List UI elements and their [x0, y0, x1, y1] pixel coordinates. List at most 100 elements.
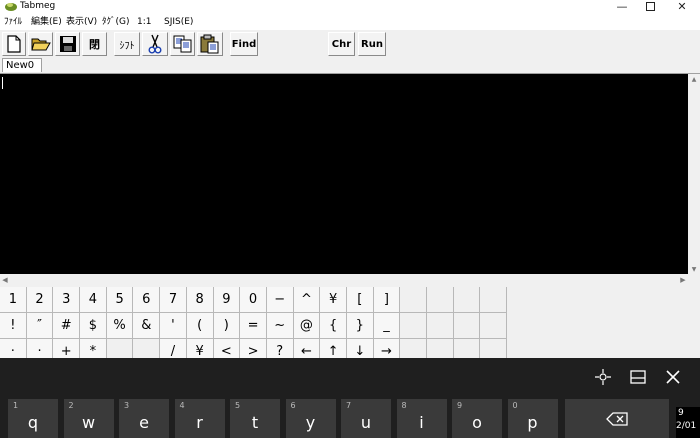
save-button[interactable] — [55, 32, 80, 56]
close-file-label: 閉 — [89, 38, 100, 51]
palette-cell-empty[interactable] — [400, 313, 427, 339]
scroll-up-icon[interactable]: ▲ — [688, 74, 700, 84]
paste-button[interactable] — [197, 32, 223, 56]
cut-button[interactable] — [142, 32, 168, 56]
palette-char-cell[interactable]: 0 — [240, 287, 267, 313]
palette-cell-empty[interactable] — [453, 287, 481, 313]
copy-icon — [173, 35, 191, 53]
taskbar-clock[interactable]: 9 2/01 — [676, 407, 700, 438]
key-number-hint: 2 — [68, 401, 74, 410]
save-disk-icon — [59, 36, 76, 52]
key-number-hint: 4 — [179, 401, 185, 410]
key-letter: u — [360, 413, 372, 432]
key-r[interactable]: 4r — [174, 399, 225, 438]
window-title: Tabmeg — [20, 1, 56, 11]
palette-char-cell[interactable]: 4 — [80, 287, 107, 313]
palette-char-cell[interactable]: = — [240, 313, 267, 339]
keyboard-move-button[interactable] — [592, 366, 614, 388]
palette-char-cell[interactable]: ( — [186, 313, 214, 339]
palette-char-cell[interactable]: 7 — [160, 287, 187, 313]
key-number-hint: 9 — [457, 401, 463, 410]
palette-char-cell[interactable]: ! — [0, 313, 27, 339]
menu-edit[interactable]: 編集(E) — [31, 16, 62, 28]
palette-char-cell[interactable]: 2 — [26, 287, 54, 313]
palette-cell-empty[interactable] — [427, 313, 454, 339]
run-button[interactable]: Run — [358, 32, 386, 56]
menu-view[interactable]: 表示(V) — [66, 16, 97, 28]
palette-cell-empty[interactable] — [480, 287, 508, 313]
palette-char-cell[interactable]: 9 — [213, 287, 241, 313]
palette-char-cell[interactable]: 1 — [0, 287, 27, 313]
key-e[interactable]: 3e — [119, 399, 169, 438]
new-file-button[interactable] — [2, 32, 26, 56]
palette-char-cell[interactable]: 8 — [186, 287, 214, 313]
key-w[interactable]: 2w — [63, 399, 114, 438]
palette-char-cell[interactable]: % — [106, 313, 134, 339]
maximize-button[interactable] — [636, 0, 664, 12]
palette-char-cell[interactable]: 3 — [53, 287, 81, 313]
key-letter: e — [139, 413, 149, 432]
backspace-key[interactable] — [565, 399, 669, 438]
palette-cell-empty[interactable] — [427, 287, 454, 313]
menu-zoom[interactable]: 1:1 — [137, 16, 151, 28]
menu-tag[interactable]: ﾀｸﾞ(G) — [102, 16, 130, 28]
key-number-hint: 7 — [346, 401, 352, 410]
keyboard-close-button[interactable] — [662, 366, 684, 388]
key-number-hint: 5 — [235, 401, 241, 410]
chr-button[interactable]: Chr — [328, 32, 355, 56]
key-q[interactable]: 1q — [8, 399, 58, 438]
key-letter: w — [81, 413, 96, 432]
palette-char-cell[interactable]: [ — [346, 287, 374, 313]
paste-clipboard-icon — [200, 34, 219, 54]
palette-char-cell[interactable]: ″ — [26, 313, 54, 339]
palette-char-cell[interactable]: $ — [80, 313, 107, 339]
scroll-left-icon[interactable]: ◀ — [0, 274, 10, 286]
key-u[interactable]: 7u — [341, 399, 391, 438]
close-file-button[interactable]: 閉 — [82, 32, 107, 56]
scroll-right-icon[interactable]: ▶ — [678, 274, 688, 286]
menu-file[interactable]: ﾌｧｲﾙ — [4, 16, 22, 28]
key-p[interactable]: 0p — [507, 399, 558, 438]
clock-time: 9 — [678, 408, 684, 418]
key-t[interactable]: 5t — [230, 399, 280, 438]
palette-char-cell[interactable]: − — [266, 287, 294, 313]
shift-button[interactable]: ｼﾌﾄ — [114, 32, 140, 56]
copy-button[interactable] — [170, 32, 195, 56]
palette-char-cell[interactable]: & — [133, 313, 161, 339]
palette-cell-empty[interactable] — [480, 313, 508, 339]
horizontal-scrollbar[interactable]: ◀ ▶ — [0, 274, 688, 286]
key-y[interactable]: 6y — [285, 399, 336, 438]
palette-char-cell[interactable]: { — [320, 313, 347, 339]
tab-new0[interactable]: New0 — [2, 58, 42, 72]
key-o[interactable]: 9o — [452, 399, 502, 438]
palette-char-cell[interactable]: ) — [213, 313, 241, 339]
keyboard-dock-button[interactable] — [627, 366, 649, 388]
palette-char-cell[interactable]: } — [346, 313, 374, 339]
key-letter: i — [419, 413, 424, 432]
palette-char-cell[interactable]: 5 — [106, 287, 134, 313]
palette-char-cell[interactable]: @ — [293, 313, 321, 339]
palette-char-cell[interactable]: _ — [373, 313, 401, 339]
palette-char-cell[interactable]: ^ — [293, 287, 321, 313]
open-file-button[interactable] — [28, 32, 53, 56]
palette-char-cell[interactable]: ¥ — [320, 287, 347, 313]
palette-char-cell[interactable]: ' — [160, 313, 187, 339]
key-number-hint: 1 — [13, 401, 19, 410]
text-caret — [2, 77, 3, 89]
palette-char-cell[interactable]: 6 — [133, 287, 161, 313]
minimize-button[interactable]: — — [608, 0, 636, 13]
text-editor-area[interactable] — [0, 74, 688, 274]
key-letter: o — [472, 413, 482, 432]
palette-char-cell[interactable]: ~ — [266, 313, 294, 339]
palette-char-cell[interactable]: # — [53, 313, 81, 339]
vertical-scrollbar[interactable]: ▲ ▼ — [688, 74, 700, 274]
menu-encoding[interactable]: SJIS(E) — [164, 16, 193, 28]
palette-cell-empty[interactable] — [400, 287, 427, 313]
find-button[interactable]: Find — [230, 32, 258, 56]
palette-char-cell[interactable]: ] — [373, 287, 401, 313]
key-i[interactable]: 8i — [396, 399, 447, 438]
title-bar: Tabmeg — ✕ — [0, 0, 700, 14]
palette-cell-empty[interactable] — [453, 313, 481, 339]
scroll-down-icon[interactable]: ▼ — [688, 264, 700, 274]
close-window-button[interactable]: ✕ — [668, 0, 696, 13]
